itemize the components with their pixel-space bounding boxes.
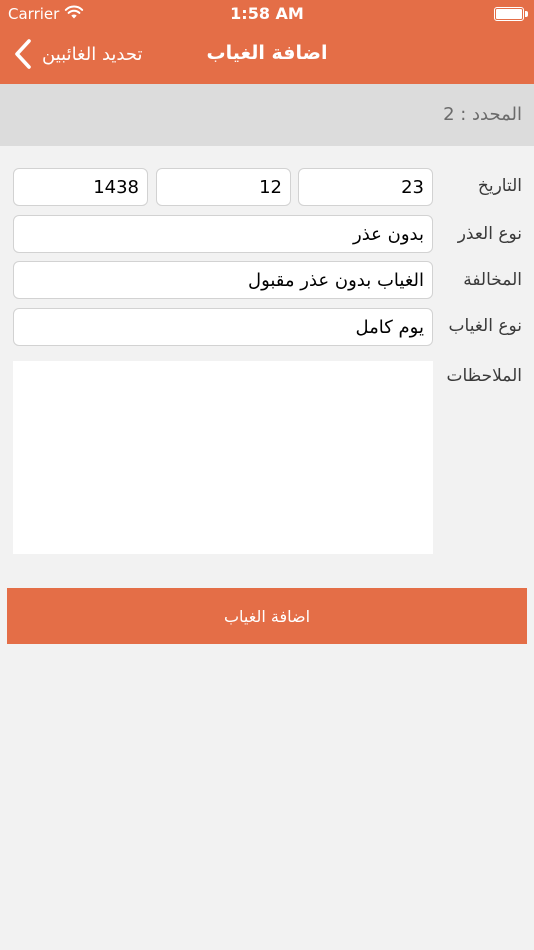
status-bar: Carrier 1:58 AM (0, 0, 534, 28)
notes-textarea[interactable] (13, 361, 433, 554)
date-month-field[interactable]: 12 (156, 168, 291, 206)
selected-count-bar: المحدد : 2 (0, 84, 534, 146)
violation-field[interactable]: الغياب بدون عذر مقبول (13, 261, 433, 299)
absence-type-label: نوع الغياب (448, 316, 522, 336)
date-label: التاريخ (477, 176, 522, 196)
violation-label: المخالفة (463, 270, 522, 290)
excuse-type-label: نوع العذر (457, 224, 522, 244)
absence-type-field[interactable]: يوم كامل (13, 308, 433, 346)
clock: 1:58 AM (230, 4, 304, 23)
battery-icon (494, 7, 528, 21)
selected-count: المحدد : 2 (443, 104, 522, 125)
excuse-type-field[interactable]: بدون عذر (13, 215, 433, 253)
add-absence-button[interactable]: اضافة الغياب (7, 588, 527, 644)
date-year-field[interactable]: 1438 (13, 168, 148, 206)
page-title: اضافة الغياب (206, 42, 328, 64)
notes-label: الملاحظات (446, 366, 522, 386)
top-bar: Carrier 1:58 AM تحديد الغائبين اضافة الغ… (0, 0, 534, 84)
date-day-field[interactable]: 23 (298, 168, 433, 206)
